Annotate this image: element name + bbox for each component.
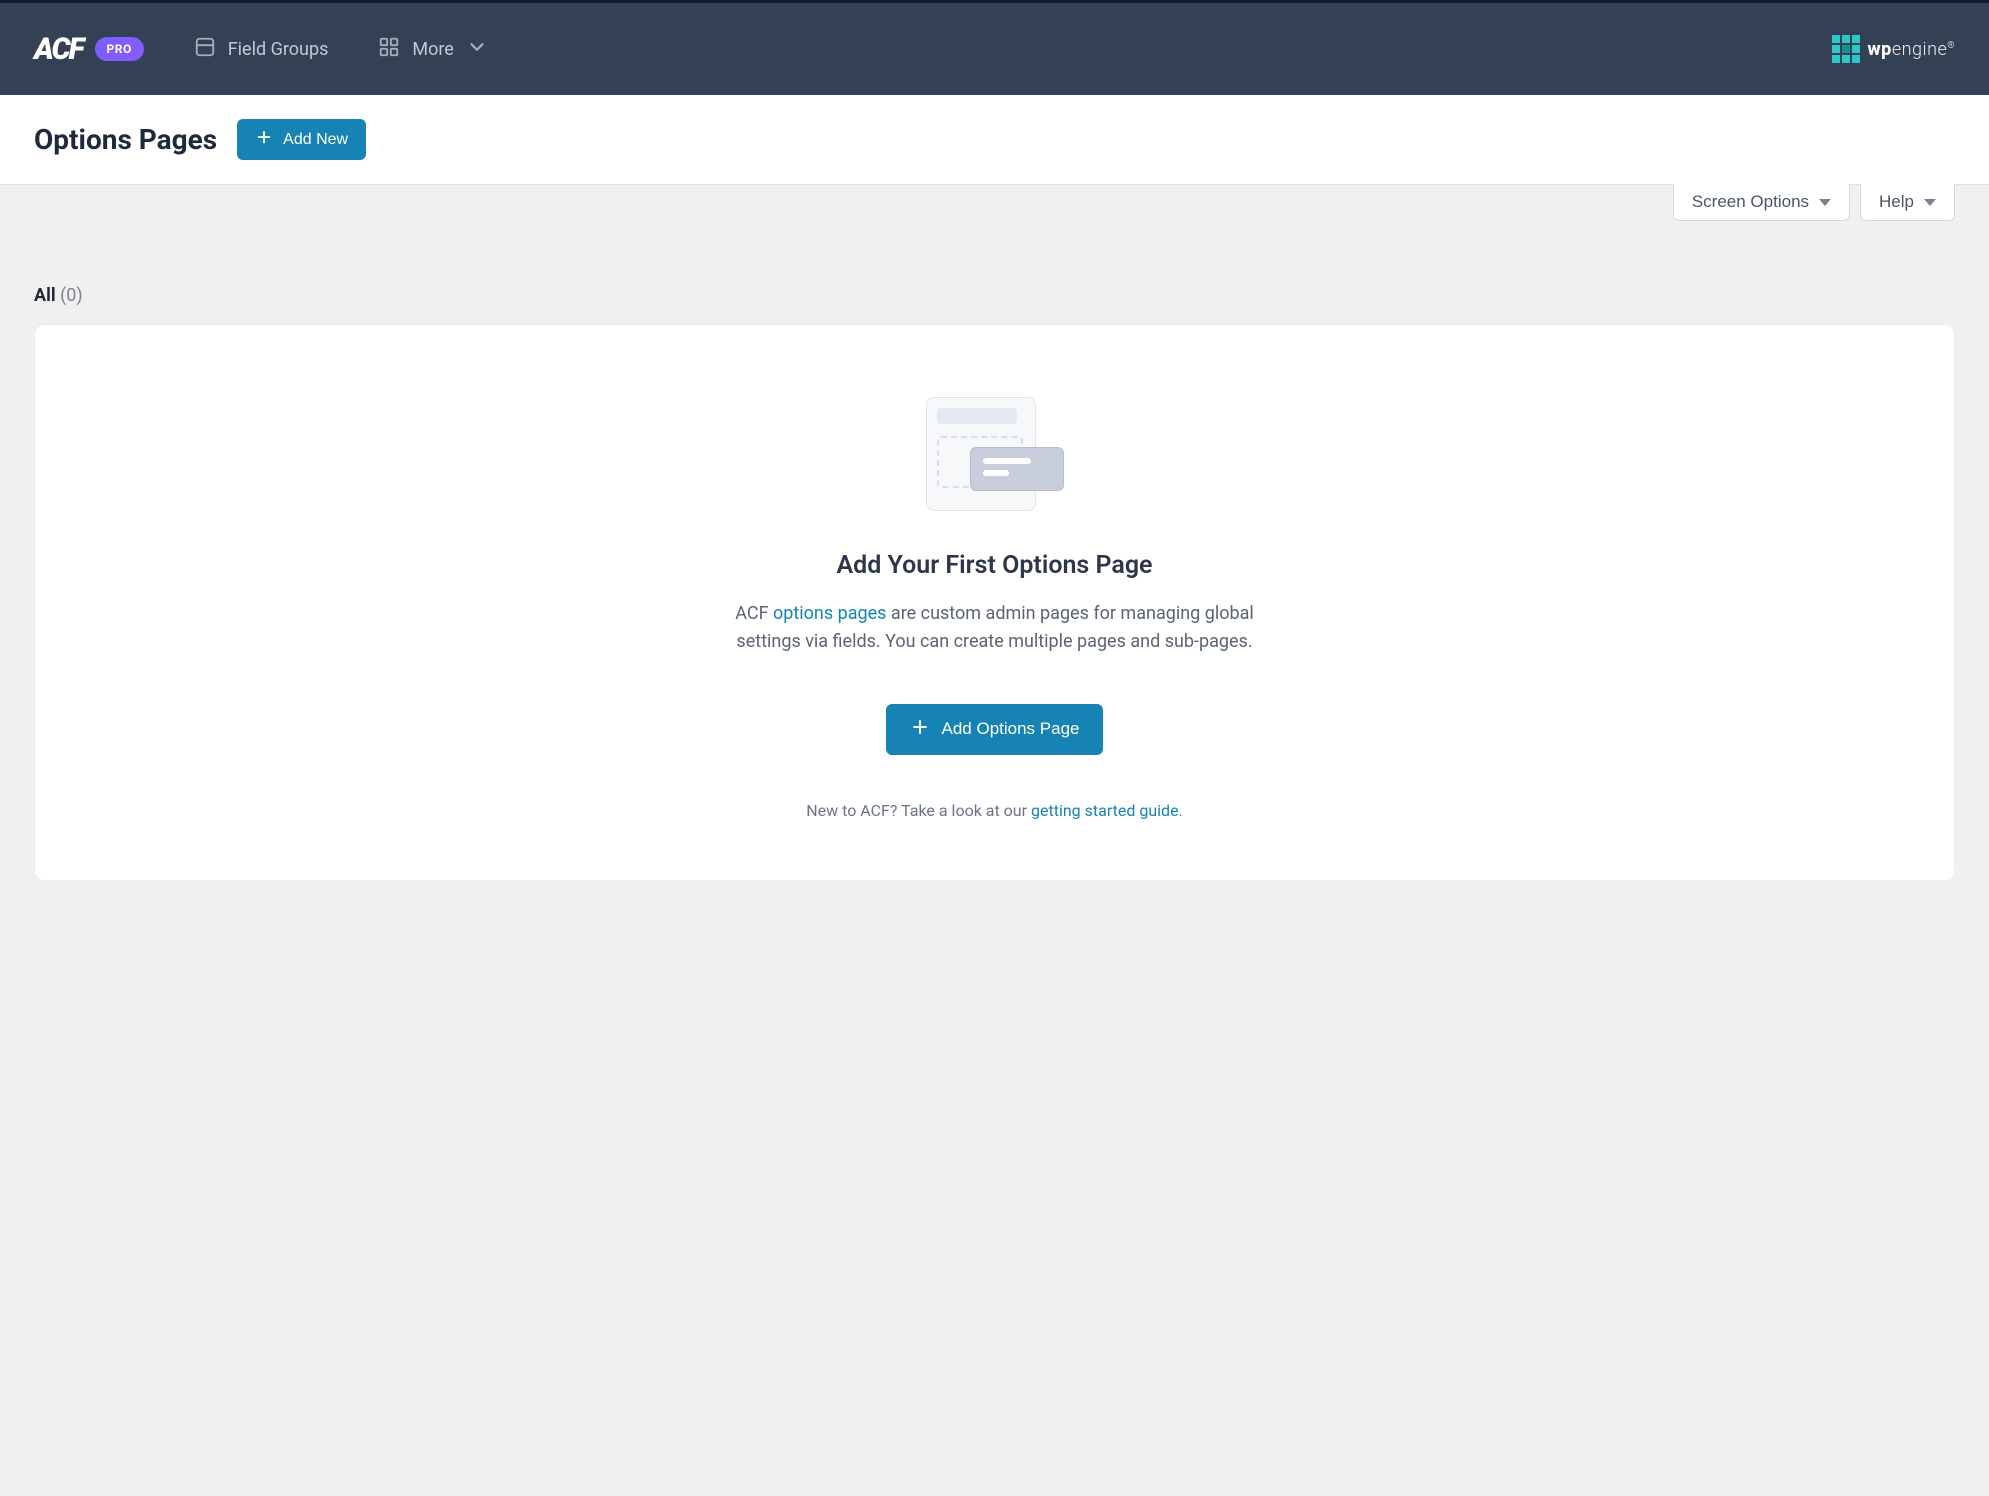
add-options-page-button[interactable]: Add Options Page xyxy=(886,704,1104,755)
empty-illustration-icon xyxy=(926,397,1064,515)
acf-logo-text: ACF xyxy=(34,32,83,67)
add-options-page-label: Add Options Page xyxy=(942,719,1080,739)
filter-row: All (0) xyxy=(0,225,1989,324)
add-new-label: Add New xyxy=(283,131,348,149)
getting-started-link[interactable]: getting started guide xyxy=(1031,801,1179,820)
empty-heading: Add Your First Options Page xyxy=(836,551,1152,580)
help-label: Help xyxy=(1879,192,1914,212)
empty-description: ACF options pages are custom admin pages… xyxy=(735,600,1255,656)
filter-all-label: All xyxy=(34,285,56,306)
brand-logo[interactable]: ACF PRO xyxy=(34,32,144,67)
caret-down-icon xyxy=(1924,199,1936,206)
nav-more[interactable]: More xyxy=(378,36,487,63)
wpengine-logo[interactable]: wpengine® xyxy=(1832,35,1955,63)
chevron-down-icon xyxy=(466,36,488,63)
add-new-button[interactable]: Add New xyxy=(237,119,366,160)
meta-row: Screen Options Help xyxy=(0,185,1989,225)
nav-label: More xyxy=(412,39,453,60)
wpengine-text: wpengine® xyxy=(1868,39,1955,60)
page-title: Options Pages xyxy=(34,123,217,156)
caret-down-icon xyxy=(1819,199,1831,206)
filter-all-count: (0) xyxy=(60,285,83,306)
empty-footer: New to ACF? Take a look at our getting s… xyxy=(806,801,1183,820)
plus-icon xyxy=(910,717,930,742)
options-pages-link[interactable]: options pages xyxy=(773,603,886,624)
screen-options-label: Screen Options xyxy=(1692,192,1809,212)
filter-all[interactable]: All (0) xyxy=(34,285,83,306)
plus-icon xyxy=(255,128,273,151)
screen-options-toggle[interactable]: Screen Options xyxy=(1673,184,1850,221)
nav-field-groups[interactable]: Field Groups xyxy=(194,36,329,63)
title-bar: Options Pages Add New xyxy=(0,95,1989,185)
empty-state-card: Add Your First Options Page ACF options … xyxy=(34,324,1955,881)
grid-icon xyxy=(378,36,400,63)
app-header: ACF PRO Field Groups More xyxy=(0,3,1989,95)
layout-icon xyxy=(194,36,216,63)
wpengine-mark-icon xyxy=(1832,35,1860,63)
help-toggle[interactable]: Help xyxy=(1860,184,1955,221)
nav-label: Field Groups xyxy=(228,39,329,60)
pro-badge: PRO xyxy=(95,37,144,61)
